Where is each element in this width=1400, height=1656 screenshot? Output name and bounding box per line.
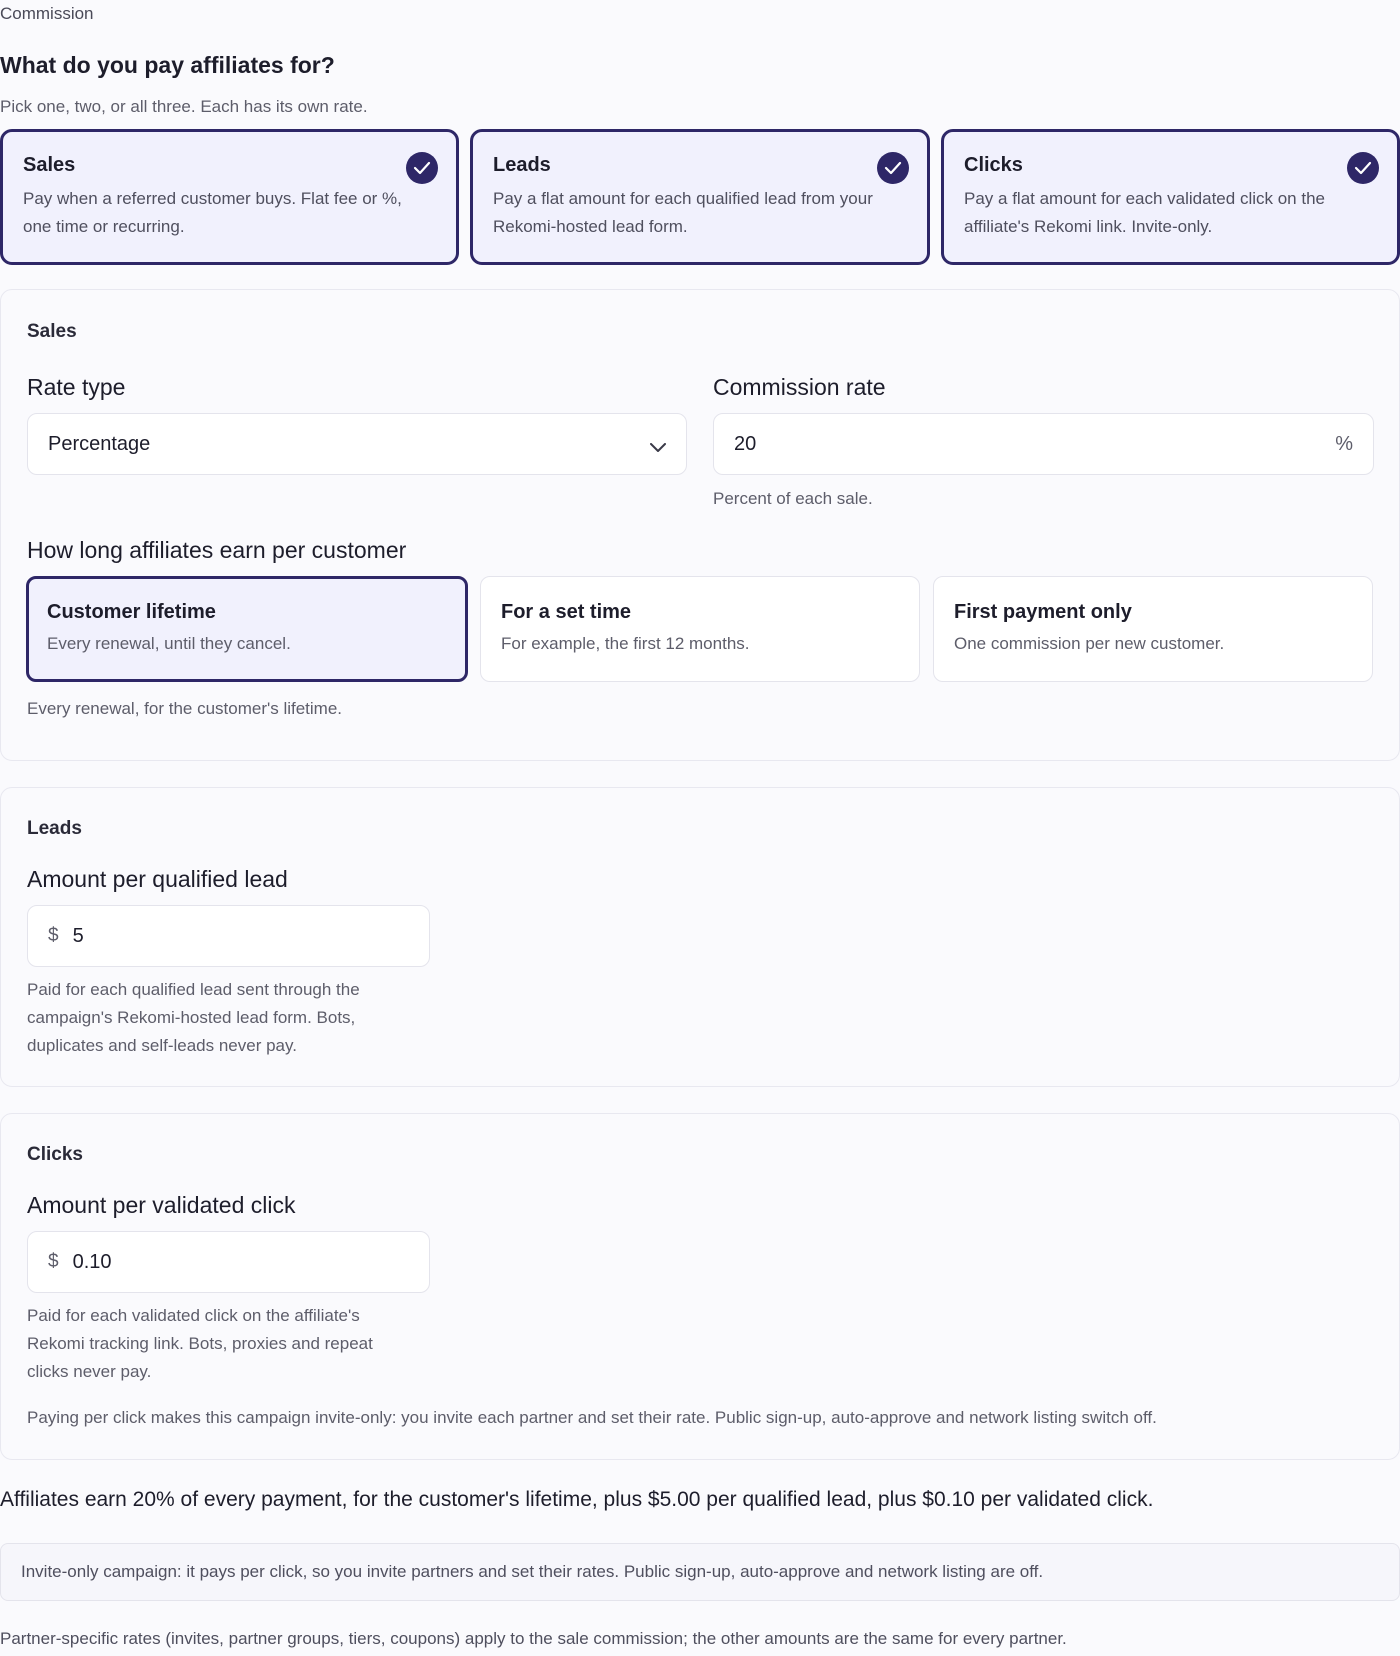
type-card-clicks[interactable]: Clicks Pay a flat amount for each valida… xyxy=(941,129,1400,265)
commission-page: Commission What do you pay affiliates fo… xyxy=(0,0,1400,1656)
dollar-prefix: $ xyxy=(48,925,59,946)
dollar-prefix: $ xyxy=(48,1251,59,1272)
lead-amount-value: 5 xyxy=(72,924,84,947)
clicks-panel-title: Clicks xyxy=(27,1144,83,1165)
duration-option-desc: For example, the first 12 months. xyxy=(501,634,750,653)
page-subheading: Pick one, two, or all three. Each has it… xyxy=(0,97,368,116)
commission-rate-input[interactable]: 20 % xyxy=(713,413,1374,475)
click-amount-input[interactable]: $ 0.10 xyxy=(27,1231,430,1293)
leads-panel-title: Leads xyxy=(27,818,82,839)
click-amount-label: Amount per validated click xyxy=(27,1192,296,1218)
partner-rates-footnote: Partner-specific rates (invites, partner… xyxy=(0,1629,1067,1648)
duration-label: How long affiliates earn per customer xyxy=(27,537,407,563)
type-card-desc: Pay a flat amount for each qualified lea… xyxy=(493,189,873,236)
type-card-leads[interactable]: Leads Pay a flat amount for each qualifi… xyxy=(470,129,930,265)
duration-option-title: For a set time xyxy=(501,601,632,623)
checkmark-icon xyxy=(406,152,438,184)
type-card-desc: Pay when a referred customer buys. Flat … xyxy=(23,189,402,236)
click-amount-help: Paid for each validated click on the aff… xyxy=(27,1306,373,1381)
type-card-title: Leads xyxy=(493,154,551,176)
duration-option-lifetime[interactable]: Customer lifetime Every renewal, until t… xyxy=(26,576,468,682)
page-heading: What do you pay affiliates for? xyxy=(0,52,335,78)
commission-rate-label: Commission rate xyxy=(713,374,886,400)
lead-amount-label: Amount per qualified lead xyxy=(27,866,288,892)
sales-panel: Sales Rate type Percentage Commission ra… xyxy=(0,289,1400,761)
rate-type-select[interactable]: Percentage xyxy=(27,413,687,475)
duration-option-desc: One commission per new customer. xyxy=(954,634,1225,653)
duration-help: Every renewal, for the customer's lifeti… xyxy=(27,699,343,718)
invite-only-notice: Invite-only campaign: it pays per click,… xyxy=(0,1543,1400,1601)
rate-type-value: Percentage xyxy=(48,432,151,455)
sales-panel-title: Sales xyxy=(27,321,77,342)
clicks-panel: Clicks Amount per validated click $ 0.10… xyxy=(0,1113,1400,1460)
invite-only-note: Paying per click makes this campaign inv… xyxy=(27,1408,1157,1427)
percent-suffix: % xyxy=(1335,432,1353,455)
checkmark-icon xyxy=(1347,152,1379,184)
lead-amount-help: Paid for each qualified lead sent throug… xyxy=(27,980,360,1055)
section-label: Commission xyxy=(0,4,94,23)
rate-type-label: Rate type xyxy=(27,374,126,400)
duration-option-first-payment[interactable]: First payment only One commission per ne… xyxy=(933,576,1373,682)
type-card-desc: Pay a flat amount for each validated cli… xyxy=(964,189,1325,236)
type-card-sales[interactable]: Sales Pay when a referred customer buys.… xyxy=(0,129,459,265)
duration-option-set-time[interactable]: For a set time For example, the first 12… xyxy=(480,576,920,682)
leads-panel: Leads Amount per qualified lead $ 5 Paid… xyxy=(0,787,1400,1087)
duration-option-title: Customer lifetime xyxy=(47,601,216,623)
type-card-title: Clicks xyxy=(964,154,1023,176)
commission-summary: Affiliates earn 20% of every payment, fo… xyxy=(0,1488,1154,1511)
commission-rate-value: 20 xyxy=(734,432,757,455)
checkmark-icon xyxy=(877,152,909,184)
lead-amount-input[interactable]: $ 5 xyxy=(27,905,430,967)
duration-option-desc: Every renewal, until they cancel. xyxy=(47,634,291,653)
click-amount-value: 0.10 xyxy=(72,1250,112,1273)
invite-only-notice-text: Invite-only campaign: it pays per click,… xyxy=(21,1562,1044,1581)
commission-rate-help: Percent of each sale. xyxy=(713,489,873,508)
type-card-title: Sales xyxy=(23,154,76,176)
chevron-down-icon xyxy=(650,436,666,459)
duration-option-title: First payment only xyxy=(954,601,1132,623)
